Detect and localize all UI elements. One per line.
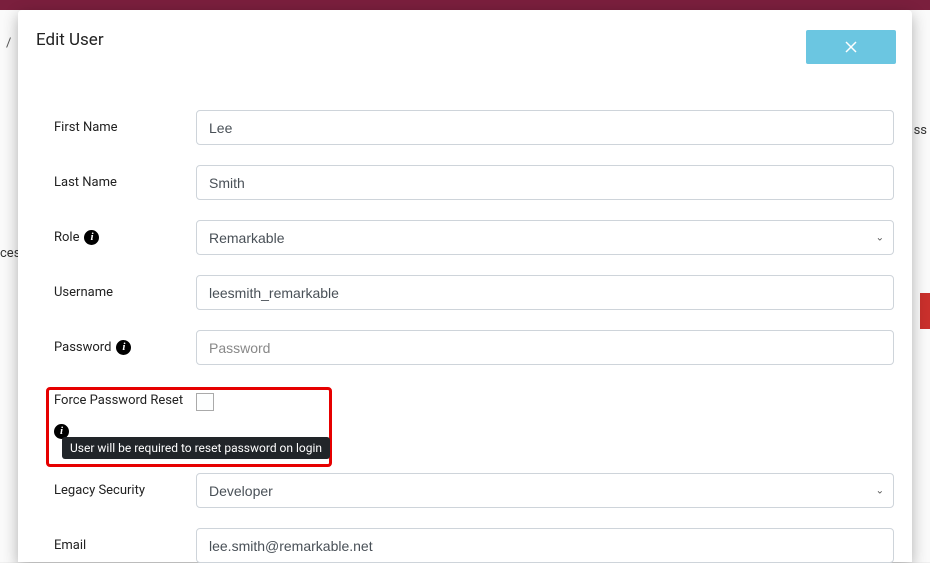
password-input[interactable] <box>196 330 894 365</box>
breadcrumb-slash: / <box>6 36 11 51</box>
label-role: Role i <box>54 230 196 245</box>
row-last-name: Last Name <box>54 165 894 200</box>
edit-user-modal: Edit User First Name Last Name Role i <box>18 10 912 562</box>
row-password: Password i <box>54 330 894 365</box>
label-first-name: First Name <box>54 120 196 135</box>
modal-body: First Name Last Name Role i Remarkable <box>18 76 912 563</box>
label-password: Password i <box>54 340 196 355</box>
bg-red-button <box>920 293 930 329</box>
modal-header: Edit User <box>18 10 912 76</box>
label-password-text: Password <box>54 340 111 355</box>
close-icon <box>845 41 857 53</box>
row-email: Email <box>54 528 894 563</box>
username-input[interactable] <box>196 275 894 310</box>
label-email: Email <box>54 538 196 553</box>
info-icon[interactable]: i <box>84 230 99 245</box>
modal-title: Edit User <box>36 30 104 50</box>
force-reset-tooltip: User will be required to reset password … <box>62 437 330 459</box>
label-last-name: Last Name <box>54 175 196 190</box>
label-legacy-security: Legacy Security <box>54 483 196 498</box>
first-name-input[interactable] <box>196 110 894 145</box>
force-reset-checkbox[interactable] <box>196 393 214 411</box>
label-username: Username <box>54 285 196 300</box>
last-name-input[interactable] <box>196 165 894 200</box>
top-bar <box>0 0 930 10</box>
email-input[interactable] <box>196 528 894 563</box>
label-force-reset: Force Password Reset <box>54 393 183 408</box>
close-button[interactable] <box>806 30 896 64</box>
row-legacy-security: Legacy Security Developer ⌄ <box>54 473 894 508</box>
row-first-name: First Name <box>54 110 894 145</box>
legacy-security-select[interactable]: Developer <box>196 473 894 508</box>
info-icon[interactable]: i <box>116 340 131 355</box>
role-select[interactable]: Remarkable <box>196 220 894 255</box>
row-force-reset: Force Password Reset i User will be requ… <box>54 393 894 439</box>
row-role: Role i Remarkable ⌄ <box>54 220 894 255</box>
label-role-text: Role <box>54 230 79 245</box>
bg-text-ss: ss <box>914 123 927 138</box>
row-username: Username <box>54 275 894 310</box>
